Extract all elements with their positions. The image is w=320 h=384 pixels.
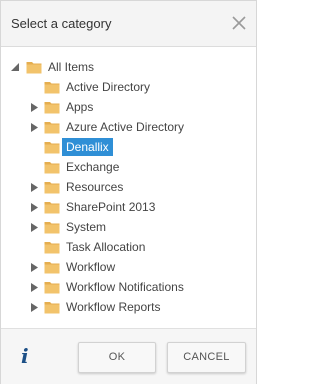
tree-node-label: Exchange [66, 160, 120, 174]
tree-node[interactable]: Workflow [1, 257, 256, 277]
tree-node-label: Apps [66, 100, 94, 114]
folder-icon [44, 202, 60, 214]
dialog-footer: i OK CANCEL [1, 328, 256, 384]
folder-icon [44, 302, 60, 314]
tree-node-label: Workflow Reports [66, 300, 161, 314]
folder-icon [44, 102, 60, 114]
tree-node-label: Workflow Notifications [66, 280, 184, 294]
folder-icon [44, 242, 60, 254]
tree-node[interactable]: Workflow Reports [1, 297, 256, 317]
tree-node-label: Resources [66, 180, 124, 194]
tree-node[interactable]: Exchange [1, 157, 256, 177]
folder-icon [26, 62, 42, 74]
expand-arrow-icon[interactable] [31, 203, 39, 212]
close-icon[interactable] [230, 14, 248, 32]
expand-arrow-icon[interactable] [31, 263, 39, 272]
expand-arrow-icon[interactable] [31, 283, 39, 292]
expand-arrow-icon[interactable] [31, 183, 39, 192]
tree-node[interactable]: SharePoint 2013 [1, 197, 256, 217]
tree-node[interactable]: Azure Active Directory [1, 117, 256, 137]
folder-icon [44, 162, 60, 174]
tree-node[interactable]: Active Directory [1, 77, 256, 97]
tree-node-label: System [66, 220, 107, 234]
tree-node[interactable]: Apps [1, 97, 256, 117]
folder-icon [44, 282, 60, 294]
tree-node[interactable]: Task Allocation [1, 237, 256, 257]
tree-node-label: All Items [48, 60, 95, 74]
category-tree: All Items Active Directory Apps Azure Ac… [1, 57, 256, 327]
info-icon[interactable]: i [21, 344, 29, 368]
folder-icon [44, 82, 60, 94]
category-dialog: Select a category All Items Active Direc… [0, 0, 257, 384]
folder-icon [44, 182, 60, 194]
cancel-button[interactable]: CANCEL [167, 342, 246, 373]
tree-node[interactable]: Resources [1, 177, 256, 197]
folder-icon [44, 142, 60, 154]
tree-node-label: Task Allocation [66, 240, 146, 254]
dialog-header: Select a category [1, 1, 256, 47]
folder-icon [44, 262, 60, 274]
expand-arrow-icon[interactable] [31, 103, 39, 112]
tree-node-root[interactable]: All Items [1, 57, 256, 77]
expand-arrow-icon[interactable] [31, 123, 39, 132]
dialog-title: Select a category [11, 16, 112, 31]
tree-node[interactable]: System [1, 217, 256, 237]
expand-arrow-icon[interactable] [31, 303, 39, 312]
tree-node-label: Workflow [66, 260, 116, 274]
tree-node[interactable]: Denallix [1, 137, 256, 157]
tree-node-label: Active Directory [66, 80, 151, 94]
expand-arrow-icon[interactable] [31, 223, 39, 232]
ok-button[interactable]: OK [78, 342, 156, 373]
collapse-arrow-icon[interactable] [11, 63, 19, 72]
tree-node-label: Azure Active Directory [66, 120, 185, 134]
folder-icon [44, 122, 60, 134]
close-icon-glyph [232, 16, 246, 30]
tree-node-label-selected: Denallix [62, 138, 113, 156]
tree-node[interactable]: Workflow Notifications [1, 277, 256, 297]
tree-node-label: SharePoint 2013 [66, 200, 156, 214]
folder-icon [44, 222, 60, 234]
